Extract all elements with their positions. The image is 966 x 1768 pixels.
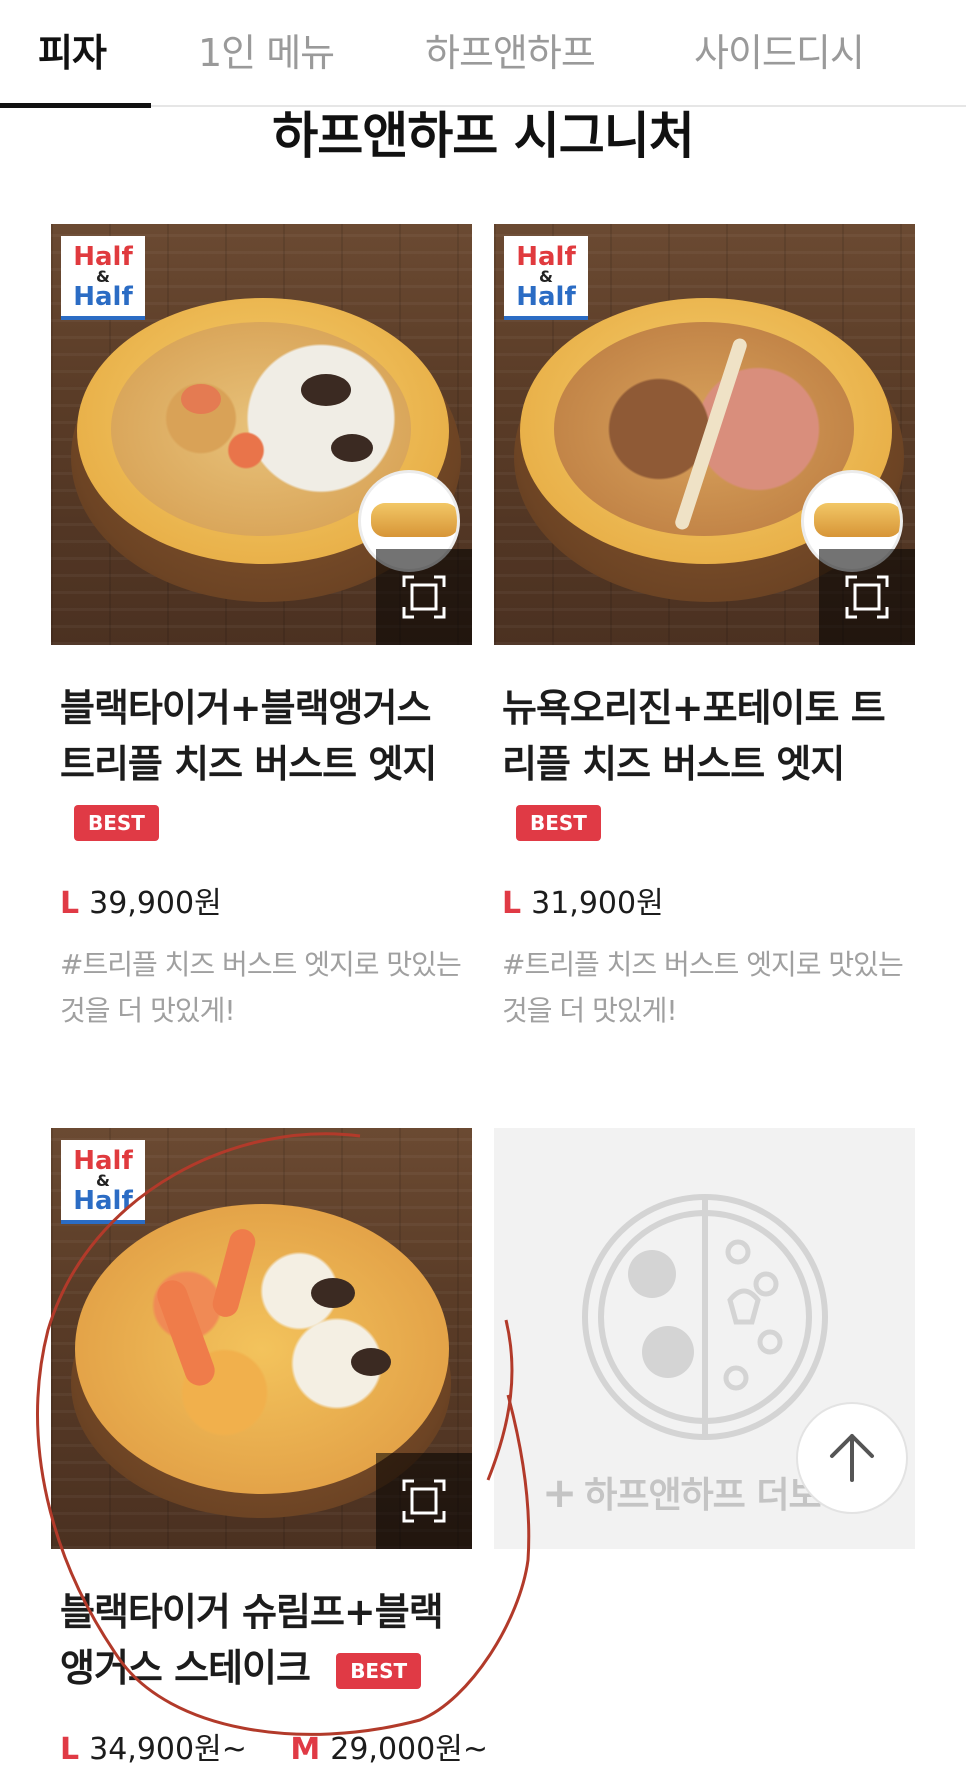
product-title-1[interactable]: 블랙타이거+블랙앵거스 트리플 치즈 버스트 엣지 BEST [60,680,460,848]
product-description-2: #트리플 치즈 버스트 엣지로 맛있는 것을 더 맛있게! [502,948,904,1027]
zoom-button[interactable] [376,1453,472,1549]
scroll-to-top-button[interactable] [796,1402,908,1514]
product-image-2[interactable]: Half & Half [494,224,915,645]
best-badge: BEST [74,804,159,841]
zoom-frame-icon [845,575,889,619]
zoom-button[interactable] [819,549,915,645]
product-title-2[interactable]: 뉴욕오리진+포테이토 트리플 치즈 버스트 엣지 BEST [502,680,902,848]
product-price-1: L 39,900원 [60,886,222,921]
tab-half-and-half[interactable]: 하프앤하프 [425,22,596,77]
zoom-frame-icon [402,575,446,619]
tab-side-dish[interactable]: 사이드디시 [694,22,865,77]
product-description-1: #트리플 치즈 버스트 엣지로 맛있는 것을 더 맛있게! [60,948,462,1027]
tab-pizza[interactable]: 피자 [38,22,107,77]
zoom-button[interactable] [376,549,472,645]
best-badge: BEST [336,1652,422,1689]
product-price-2: L 31,900원 [502,886,664,921]
best-badge: BEST [516,804,601,841]
zoom-frame-icon [402,1479,446,1523]
half-half-pizza-icon [582,1194,828,1440]
section-title: 하프앤하프 시그니처 [272,107,694,165]
half-and-half-badge: Half & Half [61,1140,145,1224]
category-tabs: 피자 1인 메뉴 하프앤하프 사이드디시 [0,0,966,108]
half-and-half-badge: Half & Half [61,236,145,320]
product-image-3[interactable]: Half & Half [51,1128,472,1549]
tab-single-menu[interactable]: 1인 메뉴 [198,22,335,77]
half-and-half-badge: Half & Half [504,236,588,320]
product-title-3[interactable]: 블랙타이거 슈림프+블랙앵거스 스테이크 BEST [60,1584,460,1696]
plus-icon: + [542,1468,577,1517]
product-image-1[interactable]: Half & Half [51,224,472,645]
arrow-up-icon [830,1434,874,1482]
product-price-3: L 34,900원~ M 29,000원~ [60,1732,488,1767]
